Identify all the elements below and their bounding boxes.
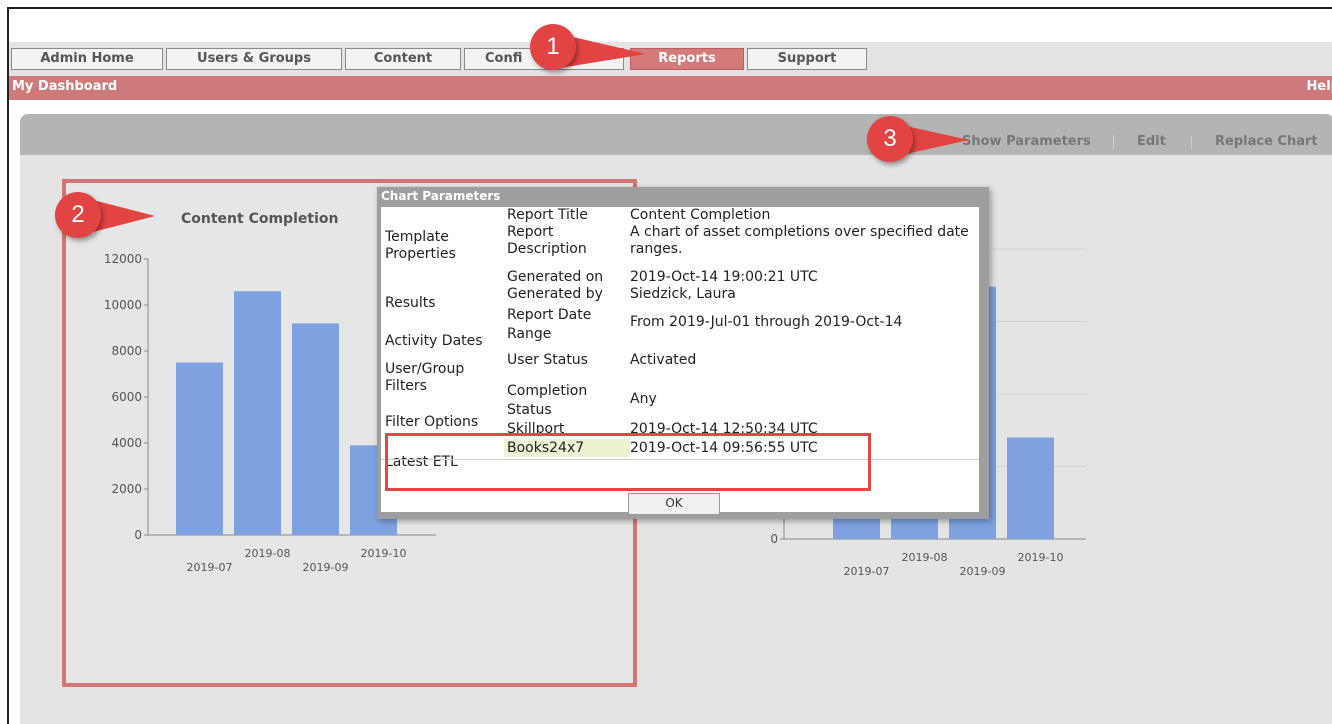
param-value: Content Completion xyxy=(630,207,771,223)
x-tick-label: 2019-09 xyxy=(960,565,1006,578)
y-tick-label: 12000 xyxy=(104,252,142,266)
y-tick-label: 10000 xyxy=(104,298,142,312)
x-tick-label: 2019-10 xyxy=(361,547,407,560)
callout-3: 3 xyxy=(867,116,969,168)
param-value: From 2019-Jul-01 through 2019-Oct-14 xyxy=(630,314,903,330)
callout-number: 2 xyxy=(71,201,85,228)
edit-link[interactable]: Edit xyxy=(1137,134,1166,149)
param-label: Report Description xyxy=(507,224,587,257)
x-tick-label: 2019-07 xyxy=(187,561,233,574)
y-tick-label: 2000 xyxy=(111,482,142,496)
section-filter-options: Filter Options xyxy=(385,414,479,430)
application-frame: Admin Home Users & Groups Content Confi … xyxy=(7,7,1332,724)
dashboard-title: My Dashboard xyxy=(12,79,118,94)
param-value: 2019-Oct-14 19:00:21 UTC xyxy=(630,269,818,285)
callout-2: 2 xyxy=(55,192,155,244)
bar xyxy=(292,323,339,535)
section-results: Results xyxy=(385,295,436,311)
x-tick-label: 2019-07 xyxy=(844,565,890,578)
param-label: Generated by xyxy=(507,286,603,302)
param-label: Completion Status xyxy=(507,383,588,418)
y-tick-label: 6000 xyxy=(111,390,142,404)
panel-toolbar: Show Parameters Edit Replace Chart xyxy=(20,114,1332,155)
y-tick-label: 4000 xyxy=(111,436,142,450)
x-tick-label: 2019-08 xyxy=(902,551,948,564)
bar xyxy=(234,291,281,535)
toolbar-divider xyxy=(1191,135,1192,149)
y-tick-label: 0 xyxy=(134,528,142,542)
section-template-properties: Template Properties xyxy=(385,229,456,262)
tab-users-groups[interactable]: Users & Groups xyxy=(166,48,342,70)
y-tick-label: 8000 xyxy=(111,344,142,358)
help-link[interactable]: Help xyxy=(1307,79,1332,94)
replace-chart-link[interactable]: Replace Chart xyxy=(1215,134,1318,149)
section-user-group-filters: User/Group Filters xyxy=(385,361,465,394)
y-tick-label: 0 xyxy=(770,532,778,546)
dialog-title: Chart Parameters xyxy=(381,189,501,203)
ok-button[interactable]: OK xyxy=(628,493,720,515)
param-label: Report Date Range xyxy=(507,307,592,342)
tab-content[interactable]: Content xyxy=(345,48,461,70)
param-label: User Status xyxy=(507,352,588,368)
param-value: Any xyxy=(630,391,657,407)
dashboard-bar: My Dashboard Help xyxy=(9,76,1332,100)
tab-support[interactable]: Support xyxy=(747,48,867,70)
latest-etl-highlight-box xyxy=(385,433,871,491)
param-value: A chart of asset completions over specif… xyxy=(630,224,969,257)
section-activity-dates: Activity Dates xyxy=(385,333,483,349)
tab-admin-home[interactable]: Admin Home xyxy=(11,48,163,70)
callout-number: 3 xyxy=(883,125,897,152)
param-value: Activated xyxy=(630,352,697,368)
x-tick-label: 2019-10 xyxy=(1018,551,1064,564)
x-tick-label: 2019-08 xyxy=(245,547,291,560)
x-tick-label: 2019-09 xyxy=(303,561,349,574)
bar xyxy=(176,362,223,535)
callout-1: 1 xyxy=(530,24,646,76)
toolbar-divider xyxy=(1113,135,1114,149)
param-label: Generated on xyxy=(507,269,604,285)
bar xyxy=(1007,437,1054,539)
param-value: Siedzick, Laura xyxy=(630,286,736,302)
param-label: Report Title xyxy=(507,207,588,223)
callout-number: 1 xyxy=(546,33,560,60)
